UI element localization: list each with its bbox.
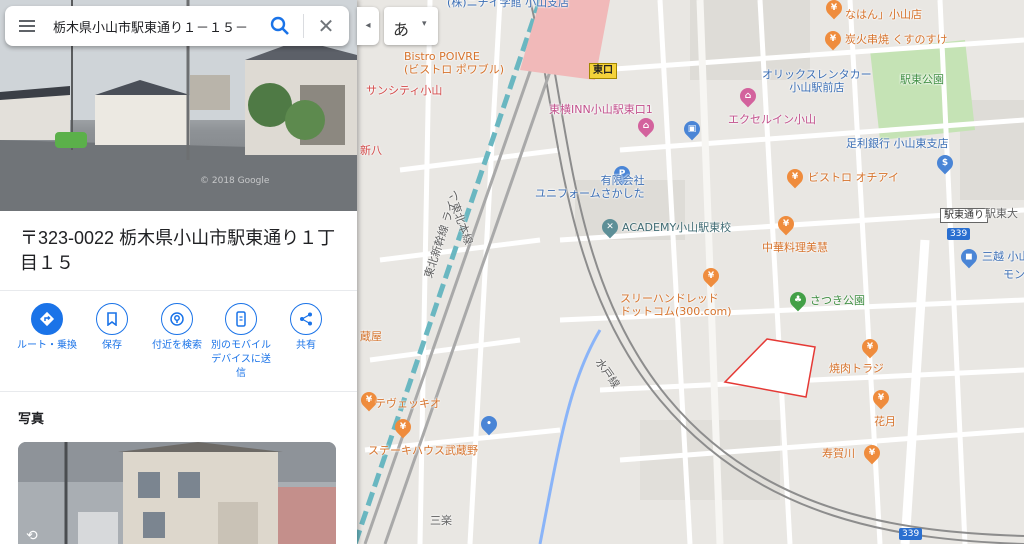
hamburger-icon-line bbox=[19, 30, 35, 32]
restaurant-icon[interactable]: ¥ bbox=[858, 335, 882, 359]
clear-search-button[interactable]: ✕ bbox=[313, 14, 339, 38]
nearby-button[interactable]: 付近を検索 bbox=[144, 303, 210, 353]
save-label: 保存 bbox=[102, 340, 122, 351]
ime-label: あ bbox=[393, 20, 410, 39]
send-to-device-label: 別のモバイルデバイスに送信 bbox=[211, 340, 271, 379]
directions-icon bbox=[31, 303, 63, 335]
poi-steakhouse-musashino[interactable]: ステーキハウス武蔵野 bbox=[368, 444, 478, 457]
poi-uniform-sakashita[interactable]: 有限会社 ユニフォームさかした bbox=[535, 174, 645, 200]
poi-academy[interactable]: ACADEMY小山駅東校 bbox=[622, 221, 731, 234]
search-box: ✕ bbox=[5, 6, 349, 46]
poi-nahan[interactable]: なはん」小山店 bbox=[845, 8, 922, 21]
input-method-button[interactable]: あ ▾ bbox=[384, 7, 438, 45]
restaurant-icon[interactable]: ¥ bbox=[821, 27, 845, 51]
poi-tevecchio[interactable]: テヴェッキオ bbox=[375, 397, 441, 410]
action-bar: ルート・乗換 保存 付近を検索 別のモバイルデバイスに送信 共有 bbox=[0, 290, 357, 390]
restaurant-icon[interactable]: ¥ bbox=[783, 165, 807, 189]
poi-300-com[interactable]: スリーハンドレッド ドットコム(300.com) bbox=[620, 292, 732, 318]
chevron-down-icon: ▾ bbox=[422, 19, 427, 29]
directions-button[interactable]: ルート・乗換 bbox=[14, 303, 80, 353]
share-button[interactable]: 共有 bbox=[273, 303, 339, 353]
restaurant-icon[interactable]: ¥ bbox=[391, 415, 415, 439]
save-button[interactable]: 保存 bbox=[79, 303, 145, 353]
shop-icon[interactable]: • bbox=[477, 412, 501, 436]
place-panel: © 2018 Google 〒323-0022 栃木県小山市駅東通り１丁目１５ … bbox=[0, 0, 357, 544]
street-label-clipped: 駅東大 bbox=[985, 207, 1018, 220]
hamburger-icon bbox=[19, 20, 35, 22]
poi-ashikaga-bank[interactable]: 足利銀行 小山東支店 bbox=[846, 137, 949, 150]
poi-bistro-ochiai[interactable]: ビストロ オチアイ bbox=[808, 171, 899, 184]
hotel-icon[interactable]: ⌂ bbox=[736, 84, 760, 108]
school-icon[interactable]: ✕ bbox=[598, 215, 622, 239]
restaurant-icon[interactable]: ¥ bbox=[860, 441, 884, 465]
photo-thumbnail[interactable]: ⟲ bbox=[18, 442, 336, 544]
shopping-icon[interactable]: ◼ bbox=[957, 245, 981, 269]
poi-ekihigashi-park[interactable]: 駅東公園 bbox=[900, 73, 944, 86]
poi-mon-clipped[interactable]: モン bbox=[1003, 268, 1024, 281]
poi-kagetsu[interactable]: 花月 bbox=[874, 415, 896, 428]
collapse-panel-button[interactable]: ◂ bbox=[357, 7, 379, 45]
street-label-ekihigashi: 駅東通り bbox=[940, 208, 988, 223]
send-to-device-button[interactable]: 別のモバイルデバイスに送信 bbox=[208, 303, 274, 381]
menu-button[interactable] bbox=[13, 14, 41, 38]
photos-section: 写真 ⟲ bbox=[0, 391, 357, 544]
area-label-sanraku: 三楽 bbox=[430, 514, 452, 527]
search-icon bbox=[270, 16, 289, 35]
route-339-shield-south: 339 bbox=[899, 528, 923, 540]
bookmark-icon bbox=[96, 303, 128, 335]
area-label-shinpachi: 新八 bbox=[360, 144, 382, 157]
poi-nichii[interactable]: (株)ニチイ学館 小山支店 bbox=[447, 0, 569, 9]
photos-heading: 写真 bbox=[18, 412, 45, 427]
place-address: 〒323-0022 栃木県小山市駅東通り１丁目１５ bbox=[20, 228, 336, 273]
route-339-shield: 339 bbox=[947, 228, 971, 240]
search-input[interactable] bbox=[53, 15, 261, 37]
close-icon: ✕ bbox=[317, 14, 335, 38]
360-view-icon: ⟲ bbox=[26, 528, 38, 544]
chevron-left-icon: ◂ bbox=[365, 20, 371, 31]
share-icon bbox=[290, 303, 322, 335]
bank-icon[interactable]: $ bbox=[933, 151, 957, 175]
hamburger-icon-line bbox=[19, 25, 35, 27]
park-icon[interactable]: ♣ bbox=[786, 288, 810, 312]
poi-yakiniku-toraji[interactable]: 焼肉トラジ bbox=[829, 362, 884, 375]
directions-label: ルート・乗換 bbox=[17, 340, 77, 351]
poi-mitsukoshi[interactable]: 三越 小山 bbox=[982, 250, 1024, 263]
watermark-text: © 2018 Google bbox=[200, 176, 270, 186]
nearby-label: 付近を検索 bbox=[152, 340, 202, 351]
poi-kusunosuke[interactable]: 炭火串焼 くすのすけ bbox=[845, 33, 948, 46]
poi-excel-inn[interactable]: エクセルイン小山 bbox=[728, 113, 816, 126]
hotel-icon[interactable]: ⌂ bbox=[634, 114, 658, 138]
poi-chuka-bikei[interactable]: 中華料理美慧 bbox=[762, 241, 828, 254]
poi-orix-rentacar[interactable]: オリックスレンタカー 小山駅前店 bbox=[762, 68, 872, 94]
poi-suncity[interactable]: サンシティ小山 bbox=[366, 84, 442, 97]
poi-sugagawa[interactable]: 寿賀川 bbox=[822, 447, 855, 460]
restaurant-icon[interactable]: ¥ bbox=[774, 212, 798, 236]
divider bbox=[303, 14, 304, 38]
share-label: 共有 bbox=[296, 340, 316, 351]
station-exit-label[interactable]: 東口 bbox=[589, 63, 617, 79]
transit-icon[interactable]: ▣ bbox=[680, 117, 704, 141]
poi-bistro-poivre[interactable]: Bistro POIVRE (ビストロ ポワブル) bbox=[404, 50, 504, 76]
nearby-search-icon bbox=[161, 303, 193, 335]
area-label-kura: 蔵屋 bbox=[360, 330, 382, 343]
restaurant-icon[interactable]: ¥ bbox=[699, 264, 723, 288]
search-button[interactable] bbox=[267, 14, 293, 38]
restaurant-icon[interactable]: ¥ bbox=[869, 386, 893, 410]
poi-satsuki-park[interactable]: さつき公園 bbox=[810, 294, 865, 307]
poi-toyoko-inn[interactable]: 東横INN小山駅東口1 bbox=[549, 103, 653, 116]
photo-image bbox=[18, 442, 336, 544]
phone-icon bbox=[225, 303, 257, 335]
